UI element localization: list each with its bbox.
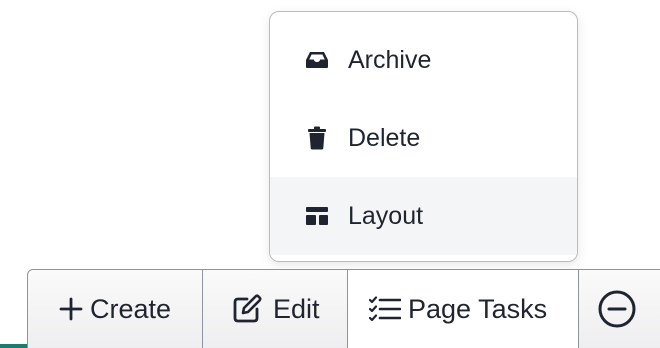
layout-icon (304, 203, 330, 229)
edit-label: Edit (273, 294, 320, 324)
create-button[interactable]: Create (28, 270, 203, 348)
plus-icon (58, 292, 84, 326)
menu-item-archive[interactable]: Archive (270, 21, 577, 99)
edit-button[interactable]: Edit (203, 270, 348, 348)
page-actions-menu: Archive Delete Layout (269, 11, 578, 262)
page-tasks-label: Page Tasks (408, 294, 548, 324)
page: Archive Delete Layout Create Edit Page T… (0, 0, 660, 348)
archive-icon (304, 47, 330, 73)
menu-item-label: Layout (348, 201, 424, 230)
checklist-icon (368, 292, 402, 326)
page-tasks-button[interactable]: Page Tasks (348, 270, 579, 348)
minus-circle-icon (597, 289, 637, 329)
edit-icon (231, 292, 263, 326)
menu-item-delete[interactable]: Delete (270, 99, 577, 177)
menu-item-label: Delete (348, 123, 421, 152)
page-toolbar: Create Edit Page Tasks (27, 269, 660, 348)
menu-item-layout[interactable]: Layout (270, 177, 577, 255)
create-label: Create (90, 294, 172, 324)
trash-icon (304, 125, 330, 151)
menu-item-label: Archive (348, 45, 432, 74)
collapse-button[interactable] (579, 270, 659, 348)
accent-bar (0, 344, 27, 348)
